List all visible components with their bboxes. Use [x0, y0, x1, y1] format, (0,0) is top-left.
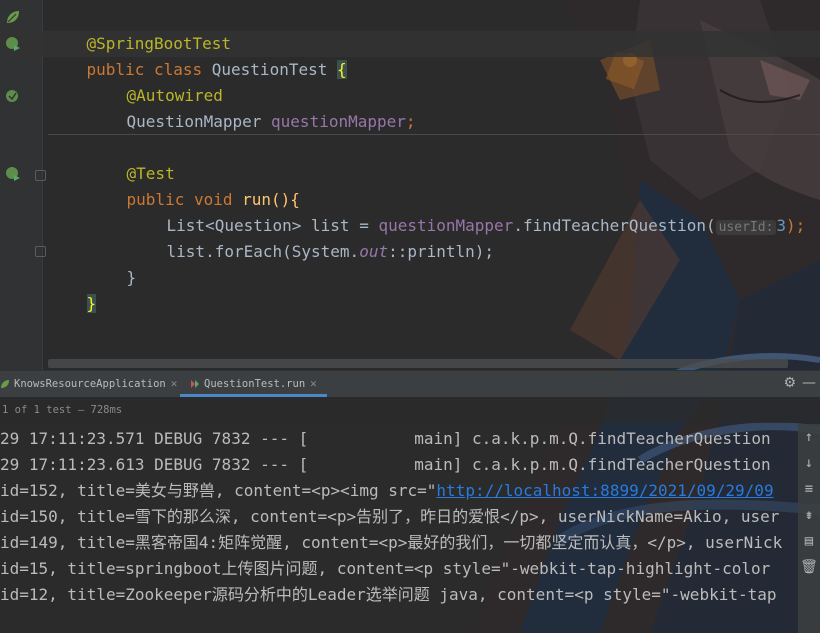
horizontal-scrollbar[interactable] [48, 359, 788, 368]
code-token: ); [786, 216, 806, 235]
console-text: id=152, title=美女与野兽, content=<p><img src… [0, 481, 437, 500]
spring-leaf-icon[interactable] [4, 8, 22, 26]
trash-icon[interactable]: 🗑 [798, 554, 820, 580]
code-token: QuestionMapper [126, 112, 272, 131]
code-line[interactable]: @Autowired [88, 57, 223, 105]
print-icon[interactable]: ▤ [798, 528, 820, 554]
console-line: 29 17:11:23.571 DEBUG 7832 --- [ main] c… [0, 429, 771, 448]
tab-knows-resource-application[interactable]: KnowsResourceApplication ✕ [0, 371, 177, 397]
gear-icon[interactable]: ⚙ [783, 375, 796, 391]
scroll-up-icon[interactable]: ↑ [798, 424, 820, 450]
console-line: id=149, title=黑客帝国4:矩阵觉醒, content=<p>最好的… [0, 533, 783, 552]
code-token: } [126, 268, 137, 287]
run-config-icon [191, 380, 199, 388]
console-line: id=15, title=springboot上传图片问题, content=<… [0, 559, 771, 578]
code-token: questionMapper [271, 112, 406, 131]
test-status: 1 of 1 test – 728ms [0, 397, 820, 423]
tab-question-test-run[interactable]: QuestionTest.run ✕ [180, 371, 327, 397]
code-token: { [337, 60, 347, 79]
close-icon[interactable]: ✕ [310, 377, 317, 390]
spring-leaf-icon [1, 380, 9, 388]
code-line[interactable]: @SpringBootTest [48, 5, 232, 53]
code-line[interactable]: public void run(){ [88, 161, 300, 209]
console-link[interactable]: http://localhost:8899/2021/09/29/09 [436, 481, 773, 500]
code-line[interactable]: list.forEach(System.out::println); [128, 213, 495, 261]
parameter-hint: userId: [715, 220, 777, 235]
soft-wrap-icon[interactable]: ≡ [798, 476, 820, 502]
console-line: id=12, title=Zookeeper源码分析中的Leader选举问题 j… [0, 585, 777, 604]
console-output[interactable]: 29 17:11:23.571 DEBUG 7832 --- [ main] c… [0, 424, 800, 633]
code-line[interactable]: } [88, 239, 137, 287]
run-gutter-icon[interactable] [4, 165, 22, 183]
scroll-to-end-icon[interactable]: ⇟ [798, 502, 820, 528]
console-line: 29 17:11:23.613 DEBUG 7832 --- [ main] c… [0, 455, 771, 474]
scroll-down-icon[interactable]: ↓ [798, 450, 820, 476]
code-line[interactable]: public class QuestionTest { [48, 31, 347, 79]
fold-icon[interactable] [35, 246, 46, 257]
code-token: list.forEach(System. [166, 242, 360, 261]
run-tool-tabs: KnowsResourceApplication ✕ QuestionTest.r… [0, 370, 820, 397]
console-line: id=150, title=雪下的那么深, content=<p>告别了，昨日的… [0, 507, 780, 526]
code-line[interactable]: @Test [88, 135, 175, 183]
code-token: 3 [776, 216, 787, 235]
console-line: id=152, title=美女与野兽, content=<p><img src… [0, 478, 774, 504]
tab-label: QuestionTest.run [204, 378, 306, 390]
code-line[interactable]: List<Question> list = questionMapper.fin… [128, 187, 805, 235]
run-gutter-icon[interactable] [4, 35, 22, 53]
code-token: QuestionTest [211, 60, 337, 79]
console-toolbar: ↑ ↓ ≡ ⇟ ▤ 🗑 [798, 424, 820, 633]
fold-icon[interactable] [35, 170, 46, 181]
code-line[interactable]: } [48, 265, 97, 313]
code-token: .findTeacherQuestion( [513, 216, 716, 235]
code-token: ; [405, 112, 416, 131]
minimize-icon[interactable]: — [802, 375, 816, 391]
code-token: } [86, 294, 97, 313]
tab-label: KnowsResourceApplication [14, 378, 166, 390]
close-icon[interactable]: ✕ [171, 377, 178, 390]
code-line[interactable]: QuestionMapper questionMapper; [88, 83, 416, 131]
code-token: out [359, 242, 389, 261]
code-token: ::println); [388, 242, 495, 261]
code-editor[interactable]: @SpringBootTest public class QuestionTes… [0, 0, 820, 370]
bean-gutter-icon[interactable] [4, 87, 22, 105]
